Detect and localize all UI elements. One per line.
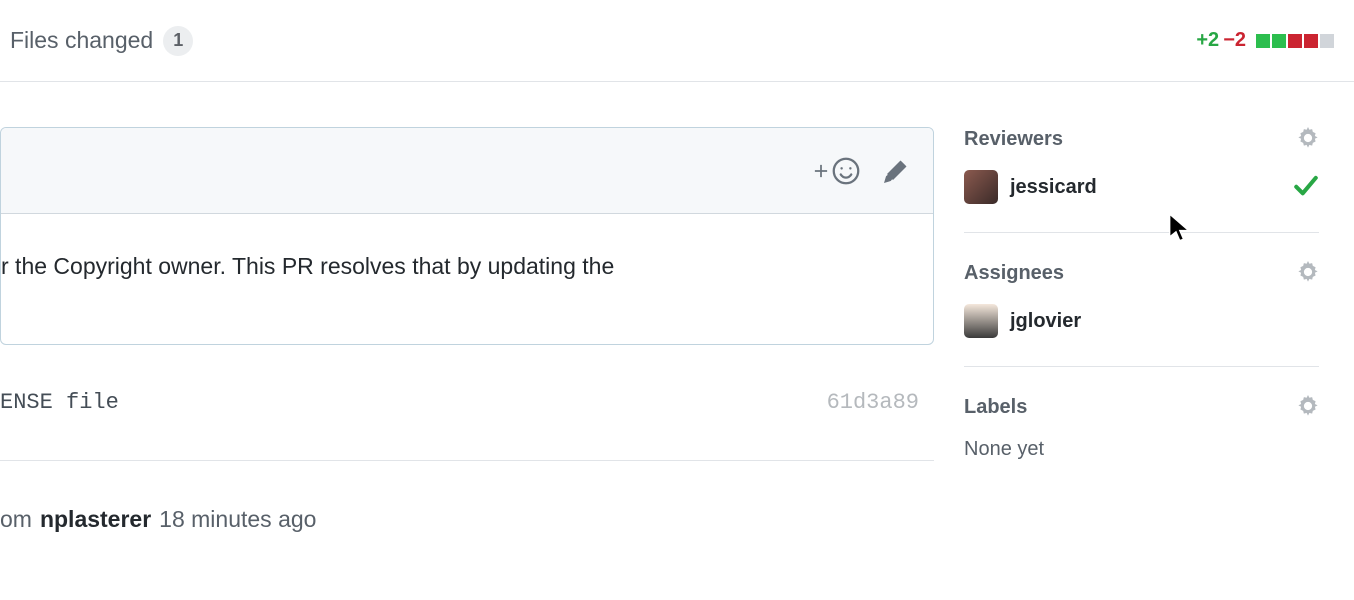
tabnav: Files changed 1 +2 −2 bbox=[0, 0, 1354, 82]
diffstat-blocks bbox=[1256, 34, 1334, 48]
sidebar-labels-header[interactable]: Labels bbox=[964, 395, 1319, 420]
reviewer-username: jessicard bbox=[1010, 176, 1097, 199]
diffstat: +2 −2 bbox=[1196, 29, 1334, 52]
sidebar-reviewers: Reviewers jessicard bbox=[964, 127, 1319, 233]
sidebar-assignees: Assignees jglovier bbox=[964, 261, 1319, 367]
tab-files-changed-label: Files changed bbox=[10, 27, 153, 54]
avatar bbox=[964, 170, 998, 204]
commit-row[interactable]: ENSE file 61d3a89 bbox=[0, 345, 934, 461]
gear-icon[interactable] bbox=[1297, 261, 1319, 286]
sidebar: Reviewers jessicard Assignees bbox=[934, 127, 1354, 533]
sidebar-labels-title: Labels bbox=[964, 396, 1027, 419]
comment-box: r the Copyright owner. This PR resolves … bbox=[0, 127, 934, 345]
diffstat-deletions: −2 bbox=[1223, 29, 1246, 52]
add-reaction-button[interactable] bbox=[814, 157, 860, 185]
diffstat-additions: +2 bbox=[1196, 29, 1219, 52]
review-event-time: 18 minutes ago bbox=[159, 506, 316, 533]
sidebar-reviewers-header[interactable]: Reviewers bbox=[964, 127, 1319, 152]
diff-square-removed bbox=[1304, 34, 1318, 48]
sidebar-assignees-title: Assignees bbox=[964, 262, 1064, 285]
diff-square-added bbox=[1256, 34, 1270, 48]
main-wrap: r the Copyright owner. This PR resolves … bbox=[0, 82, 1354, 533]
commit-message: ENSE file bbox=[0, 390, 119, 415]
sidebar-assignees-header[interactable]: Assignees bbox=[964, 261, 1319, 286]
smiley-icon bbox=[832, 157, 860, 185]
reviewer-user[interactable]: jessicard bbox=[964, 170, 1097, 204]
tabnav-left: Files changed 1 bbox=[0, 6, 213, 76]
commit-sha[interactable]: 61d3a89 bbox=[827, 390, 919, 415]
labels-empty: None yet bbox=[964, 438, 1319, 461]
diff-square-removed bbox=[1288, 34, 1302, 48]
main-column: r the Copyright owner. This PR resolves … bbox=[0, 127, 934, 533]
check-icon bbox=[1293, 173, 1319, 202]
review-event-user[interactable]: nplasterer bbox=[40, 506, 151, 533]
diff-square-neutral bbox=[1320, 34, 1334, 48]
review-event-prefix: om bbox=[0, 506, 32, 533]
tab-files-changed[interactable]: Files changed 1 bbox=[0, 6, 213, 76]
pencil-icon bbox=[884, 159, 908, 183]
gear-icon[interactable] bbox=[1297, 127, 1319, 152]
plus-icon bbox=[814, 164, 828, 178]
reviewer-row: jessicard bbox=[964, 170, 1319, 204]
comment-header bbox=[1, 128, 933, 214]
sidebar-reviewers-title: Reviewers bbox=[964, 128, 1063, 151]
comment-body: r the Copyright owner. This PR resolves … bbox=[1, 214, 933, 344]
edit-comment-button[interactable] bbox=[884, 159, 908, 183]
files-changed-count: 1 bbox=[163, 26, 193, 56]
assignee-user[interactable]: jglovier bbox=[964, 304, 1319, 338]
assignee-username: jglovier bbox=[1010, 310, 1081, 333]
sidebar-labels: Labels None yet bbox=[964, 395, 1319, 489]
gear-icon[interactable] bbox=[1297, 395, 1319, 420]
diff-square-added bbox=[1272, 34, 1286, 48]
avatar bbox=[964, 304, 998, 338]
review-request-event: om nplasterer 18 minutes ago bbox=[0, 461, 934, 533]
